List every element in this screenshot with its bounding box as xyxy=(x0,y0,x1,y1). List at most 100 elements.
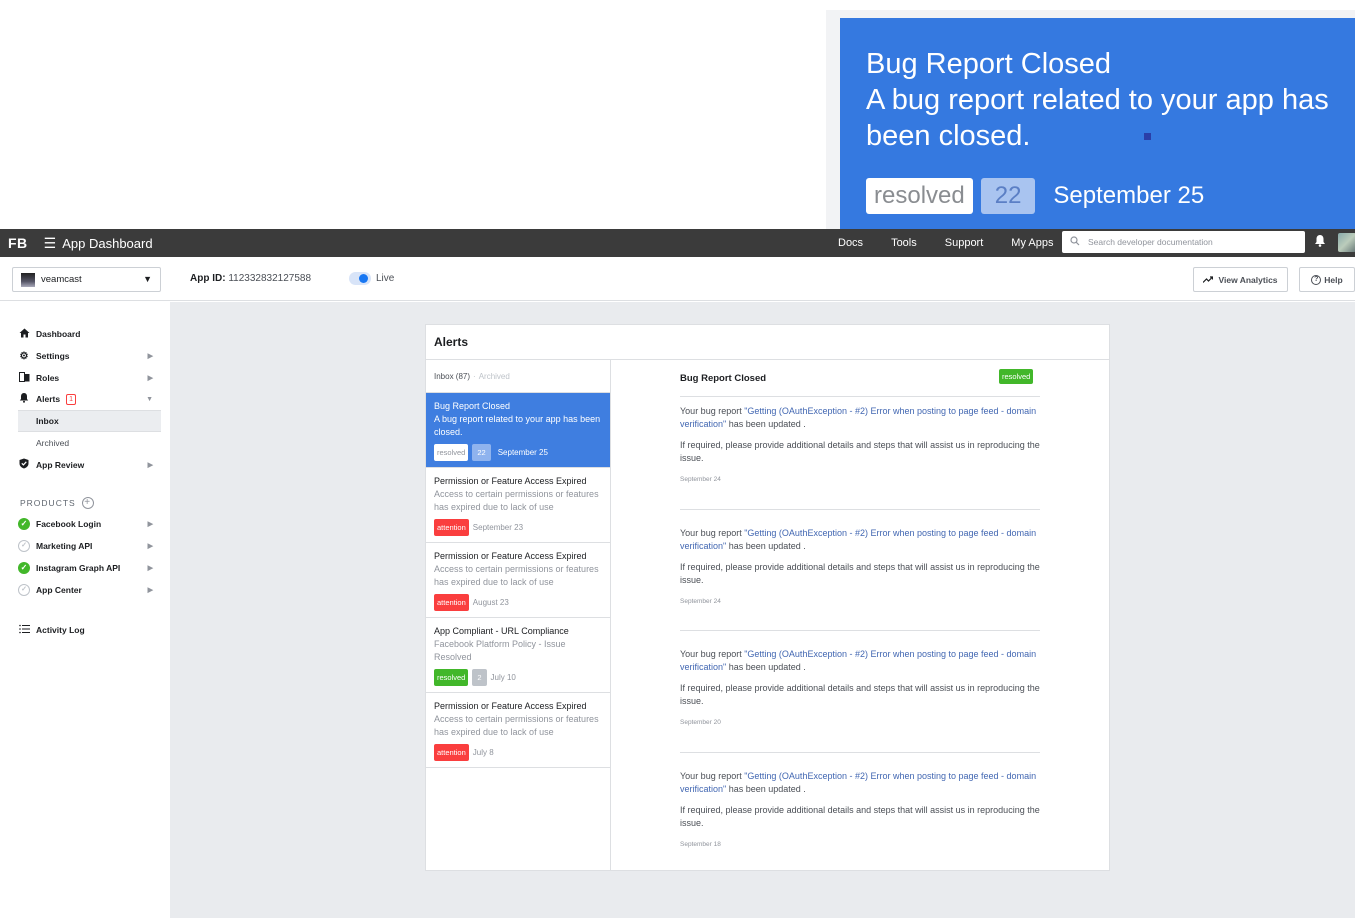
nav-tools[interactable]: Tools xyxy=(891,237,917,249)
zoom-alert-card: Bug Report Closed A bug report related t… xyxy=(840,18,1355,229)
sidebar-item-label: Marketing API xyxy=(36,541,93,551)
alert-date: August 23 xyxy=(472,598,509,607)
sidebar-item-settings[interactable]: ⚙ Settings ▶ xyxy=(18,345,161,367)
entry-text: has been updated . xyxy=(726,662,806,672)
sidebar-item-marketing-api[interactable]: ✓ Marketing API ▶ xyxy=(18,535,161,557)
search-input[interactable]: Search developer documentation xyxy=(1062,231,1305,253)
help-button[interactable]: ? Help xyxy=(1299,267,1355,292)
zoom-resolved-badge: resolved xyxy=(866,178,973,214)
alert-desc: A bug report related to your app has bee… xyxy=(434,414,601,437)
check-circle-outline-icon: ✓ xyxy=(18,540,30,552)
detail-status-badge: resolved xyxy=(999,369,1034,384)
app-id: App ID: 112332832127588 xyxy=(190,273,311,284)
list-item[interactable]: Permission or Feature Access Expired Acc… xyxy=(426,468,610,543)
products-heading: PRODUCTS + xyxy=(20,497,94,509)
sidebar-item-inbox[interactable]: Inbox xyxy=(18,410,161,432)
entry-date: September 20 xyxy=(680,719,721,726)
entry-text: Your bug report xyxy=(680,528,745,538)
zoom-date: September 25 xyxy=(1053,182,1205,209)
roles-icon xyxy=(18,371,30,385)
trend-icon xyxy=(1203,275,1214,285)
alert-desc: Access to certain permissions or feature… xyxy=(434,564,599,587)
sidebar-item-app-center[interactable]: ✓ App Center ▶ xyxy=(18,579,161,601)
home-icon xyxy=(18,328,30,341)
alert-meta: attention August 23 xyxy=(434,594,602,611)
sidebar-item-label: Facebook Login xyxy=(36,519,102,529)
tab-archived[interactable]: Archived xyxy=(479,372,510,381)
alerts-count-badge: 1 xyxy=(66,393,76,405)
entry-message: Your bug report "Getting (OAuthException… xyxy=(680,527,1040,553)
sidebar-item-label: Instagram Graph API xyxy=(36,563,121,573)
view-analytics-button[interactable]: View Analytics xyxy=(1193,267,1288,292)
products-label: PRODUCTS xyxy=(20,498,76,508)
shield-icon xyxy=(18,458,30,472)
status-badge: attention xyxy=(434,594,469,611)
question-icon: ? xyxy=(1311,274,1322,285)
help-label: Help xyxy=(1324,274,1343,285)
detail-entry: Your bug report "Getting (OAuthException… xyxy=(680,405,1040,486)
count-badge: 22 xyxy=(472,444,491,461)
alerts-panel: Alerts Inbox (87) · Archived Bug Report … xyxy=(425,324,1110,871)
caret-down-icon: ▼ xyxy=(143,274,152,284)
chevron-right-icon: ▶ xyxy=(147,587,153,594)
top-nav: Docs Tools Support My Apps xyxy=(838,229,1081,257)
sidebar: Dashboard ⚙ Settings ▶ Roles ▶ Alerts 1 … xyxy=(0,302,170,918)
entry-date: September 18 xyxy=(680,841,721,848)
notifications-bell-icon[interactable] xyxy=(1314,234,1326,250)
sidebar-item-activity-log[interactable]: Activity Log xyxy=(18,619,161,641)
user-avatar[interactable] xyxy=(1338,233,1355,252)
list-item[interactable]: Permission or Feature Access Expired Acc… xyxy=(426,693,610,768)
entry-text: has been updated . xyxy=(726,419,806,429)
status-badge: resolved xyxy=(434,669,469,686)
alert-title: Permission or Feature Access Expired xyxy=(434,701,587,711)
sidebar-item-instagram-graph-api[interactable]: ✓ Instagram Graph API ▶ xyxy=(18,557,161,579)
tab-inbox[interactable]: Inbox (87) xyxy=(434,372,470,381)
search-placeholder: Search developer documentation xyxy=(1088,237,1213,247)
tab-separator: · xyxy=(473,371,476,381)
list-item[interactable]: Permission or Feature Access Expired Acc… xyxy=(426,543,610,618)
entry-text: Your bug report xyxy=(680,649,745,659)
entry-note: If required, please provide additional d… xyxy=(680,805,1040,828)
top-bar: FB ☰ App Dashboard Docs Tools Support My… xyxy=(0,229,1355,257)
list-icon xyxy=(18,624,30,637)
alert-title: App Compliant - URL Compliance xyxy=(434,626,569,636)
sidebar-item-app-review[interactable]: App Review ▶ xyxy=(18,454,161,476)
gear-icon: ⚙ xyxy=(19,350,29,362)
chevron-right-icon: ▶ xyxy=(147,375,153,382)
entry-message: Your bug report "Getting (OAuthException… xyxy=(680,648,1040,674)
sidebar-item-roles[interactable]: Roles ▶ xyxy=(18,367,161,389)
nav-support[interactable]: Support xyxy=(945,237,984,249)
sidebar-item-label: App Center xyxy=(36,585,82,595)
chevron-right-icon: ▶ xyxy=(147,521,153,528)
alert-desc: Access to certain permissions or feature… xyxy=(434,489,599,512)
app-id-value: 112332832127588 xyxy=(228,273,312,284)
alert-meta: attention September 23 xyxy=(434,519,602,536)
sidebar-item-label: Dashboard xyxy=(36,329,81,339)
menu-icon[interactable]: ☰ xyxy=(44,235,57,252)
sidebar-item-alerts[interactable]: Alerts 1 ▼ xyxy=(18,388,161,410)
sidebar-item-dashboard[interactable]: Dashboard xyxy=(18,323,161,345)
sidebar-item-archived[interactable]: Archived xyxy=(18,432,161,454)
detail-entry: Your bug report "Getting (OAuthException… xyxy=(680,770,1040,851)
app-selector[interactable]: veamcast ▼ xyxy=(12,267,161,292)
live-toggle[interactable] xyxy=(349,272,371,285)
list-item[interactable]: Bug Report Closed A bug report related t… xyxy=(426,393,610,468)
nav-docs[interactable]: Docs xyxy=(838,237,863,249)
zoom-alert-desc: A bug report related to your app has bee… xyxy=(866,84,1329,152)
sidebar-item-label: Settings xyxy=(36,351,70,361)
alert-date: July 8 xyxy=(472,748,494,757)
fb-logo[interactable]: FB xyxy=(8,235,28,251)
zoom-badges: resolved 22 September 25 xyxy=(866,178,1204,214)
check-circle-outline-icon: ✓ xyxy=(18,584,30,596)
alert-meta: resolved 2 July 10 xyxy=(434,669,602,686)
sidebar-item-facebook-login[interactable]: ✓ Facebook Login ▶ xyxy=(18,513,161,535)
detail-title: Bug Report Closed xyxy=(680,373,767,384)
alert-title: Permission or Feature Access Expired xyxy=(434,476,587,486)
nav-my-apps[interactable]: My Apps xyxy=(1011,237,1053,249)
status-badge: attention xyxy=(434,744,469,761)
entry-message: Your bug report "Getting (OAuthException… xyxy=(680,770,1040,796)
add-product-icon[interactable]: + xyxy=(81,497,94,509)
app-dashboard-title[interactable]: App Dashboard xyxy=(62,236,152,251)
list-item[interactable]: App Compliant - URL Compliance Facebook … xyxy=(426,618,610,693)
sidebar-item-label: App Review xyxy=(36,460,85,470)
